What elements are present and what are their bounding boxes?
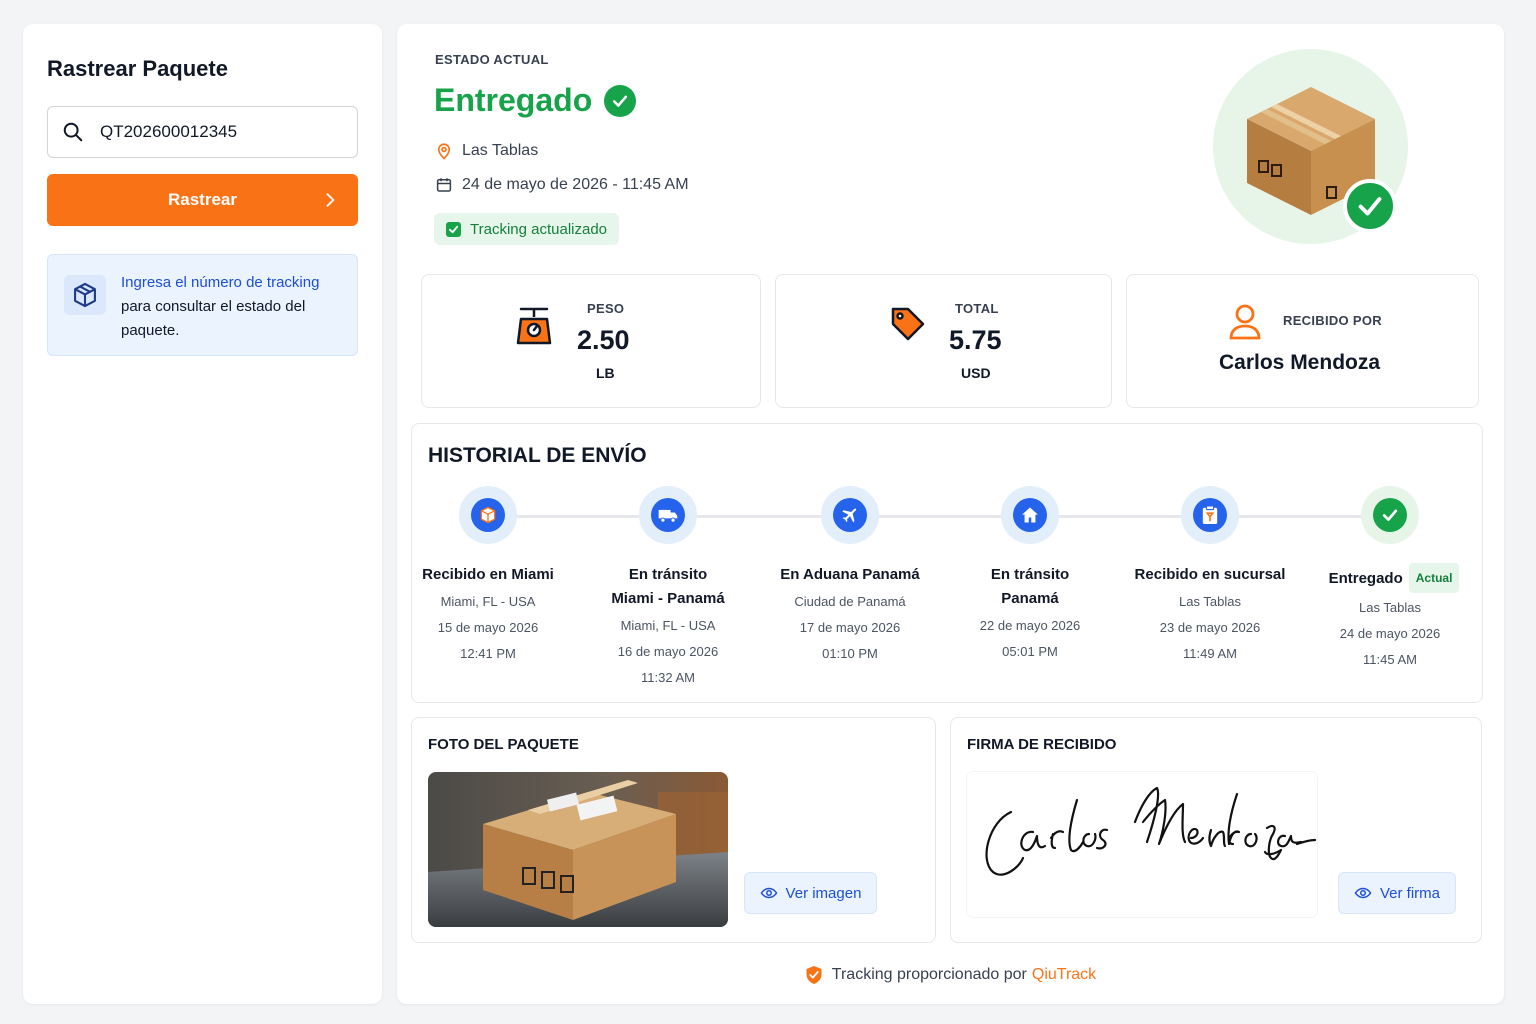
- truck-icon: [651, 498, 685, 532]
- delivered-package-illustration: [1213, 49, 1408, 244]
- main-panel: ESTADO ACTUAL Entregado Las Tablas 24 de…: [397, 24, 1504, 1004]
- current-badge: Actual: [1408, 563, 1460, 593]
- shipping-history: HISTORIAL DE ENVÍO Recibido en Miami Mia…: [411, 423, 1483, 703]
- history-step: Recibido en Miami Miami, FL - USA 15 de …: [398, 486, 578, 667]
- tracking-search[interactable]: [47, 106, 358, 158]
- status-value: Entregado: [434, 82, 593, 118]
- history-step: En tránsito Panamá 22 de mayo 2026 05:01 …: [940, 486, 1120, 665]
- package-photo[interactable]: [428, 772, 728, 927]
- total-label: TOTAL: [955, 301, 999, 316]
- received-by-value: Carlos Mendoza: [1219, 351, 1381, 374]
- user-icon: [1229, 304, 1261, 340]
- location-pin-icon: [437, 143, 451, 160]
- history-step-current: Entregado Actual Las Tablas 24 de mayo 20…: [1300, 486, 1480, 673]
- signature-image[interactable]: [967, 772, 1317, 917]
- calendar-icon: [436, 178, 452, 192]
- history-step: Recibido en sucursal Las Tablas 23 de ma…: [1120, 486, 1300, 667]
- footer: Tracking proporcionado por QiuTrack: [397, 965, 1504, 985]
- chevron-right-icon: [326, 193, 335, 207]
- weight-unit: LB: [596, 365, 615, 381]
- footer-brand-link[interactable]: QiuTrack: [1032, 966, 1096, 984]
- weight-card: PESO 2.50 LB: [421, 274, 761, 408]
- photo-title: FOTO DEL PAQUETE: [428, 736, 579, 753]
- view-signature-button[interactable]: Ver firma: [1338, 872, 1456, 914]
- signature-card: FIRMA DE RECIBIDO Ver firma: [950, 717, 1482, 943]
- clipboard-icon: [1193, 498, 1227, 532]
- status-eyebrow: ESTADO ACTUAL: [435, 52, 549, 67]
- total-unit: USD: [961, 365, 991, 381]
- info-box: Ingresa el número de tracking para consu…: [47, 254, 358, 356]
- track-button-label: Rastrear: [168, 190, 237, 209]
- sidebar: Rastrear Paquete Rastrear Ingresa el núm…: [23, 24, 382, 1004]
- tracking-input[interactable]: [100, 122, 320, 142]
- tracking-updated-badge: Tracking actualizado: [434, 213, 620, 245]
- footer-text: Tracking proporcionado por: [831, 966, 1027, 983]
- weight-label: PESO: [587, 301, 625, 316]
- eye-icon: [1354, 887, 1372, 899]
- received-by-label: RECIBIDO POR: [1283, 313, 1382, 328]
- checkbox-icon: [446, 221, 461, 237]
- sidebar-title: Rastrear Paquete: [47, 56, 228, 81]
- plane-icon: [833, 498, 867, 532]
- eye-icon: [760, 887, 777, 899]
- package-photo-card: FOTO DEL PAQUETE Ver imagen: [411, 717, 936, 943]
- delivered-check-icon: [1343, 179, 1397, 233]
- received-by-card: RECIBIDO POR Carlos Mendoza: [1126, 274, 1479, 408]
- check-icon: [1373, 498, 1407, 532]
- history-title: HISTORIAL DE ENVÍO: [428, 444, 647, 467]
- history-step: En tránsito Miami - Panamá Miami, FL - US…: [578, 486, 758, 691]
- status-location: Las Tablas: [435, 142, 538, 160]
- datetime-text: 24 de mayo de 2026 - 11:45 AM: [462, 176, 689, 193]
- view-image-button[interactable]: Ver imagen: [744, 872, 877, 914]
- total-value: 5.75: [949, 325, 1002, 355]
- info-link[interactable]: Ingresa el número de tracking: [121, 274, 319, 291]
- price-tag-icon: [891, 307, 925, 341]
- status-datetime: 24 de mayo de 2026 - 11:45 AM: [435, 176, 689, 194]
- total-card: TOTAL 5.75 USD: [775, 274, 1112, 408]
- package-icon: [64, 275, 106, 315]
- track-button[interactable]: Rastrear: [47, 174, 358, 226]
- weight-value: 2.50: [577, 325, 630, 355]
- status-title: Entregado: [434, 82, 637, 119]
- search-icon: [63, 122, 83, 142]
- scale-icon: [516, 307, 552, 345]
- location-text: Las Tablas: [462, 142, 539, 159]
- home-icon: [1013, 498, 1047, 532]
- info-description: para consultar el estado del paquete.: [121, 298, 306, 339]
- signature-title: FIRMA DE RECIBIDO: [967, 736, 1117, 753]
- box-icon: [471, 498, 505, 532]
- tracking-updated-text: Tracking actualizado: [470, 220, 608, 238]
- info-text: Ingresa el número de tracking para consu…: [121, 271, 341, 343]
- shield-icon: [806, 966, 822, 984]
- history-step: En Aduana Panamá Ciudad de Panamá 17 de …: [760, 486, 940, 667]
- check-circle-icon: [604, 84, 637, 117]
